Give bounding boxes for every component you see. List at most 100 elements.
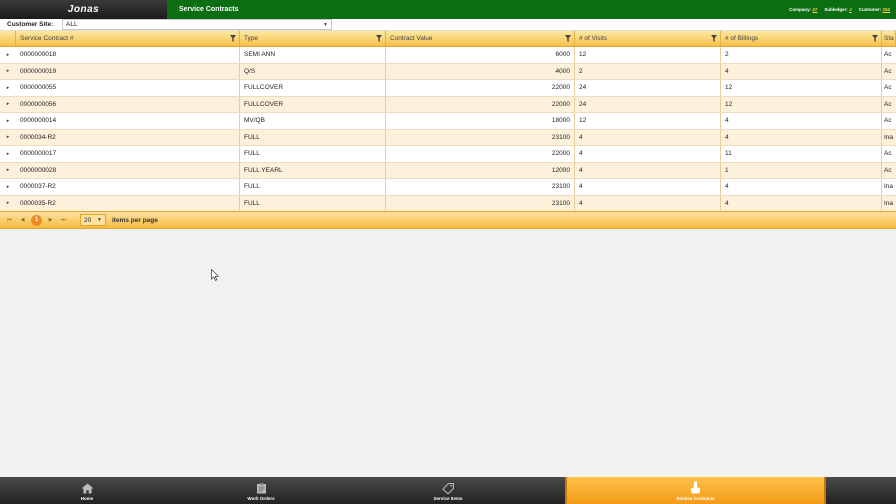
row-expand-toggle[interactable]: ▸ [0, 97, 16, 113]
billings-cell: 4 [721, 179, 882, 195]
first-page-icon[interactable]: ⏮ [5, 217, 14, 223]
customer-info: Customer: 334 [858, 7, 890, 12]
chevron-right-icon: ▸ [6, 117, 10, 124]
table-row[interactable]: ▸ 0000000019 Q/S 4000 2 4 Ac [0, 63, 896, 80]
contract-hand-icon [691, 481, 700, 494]
chevron-right-icon: ▸ [6, 150, 10, 157]
type-cell: Q/S [240, 63, 386, 79]
billings-cell: 12 [721, 96, 882, 112]
column-header-billings[interactable]: # of Billings [721, 31, 882, 46]
filter-icon[interactable] [230, 35, 236, 42]
status-cell: Ac [884, 117, 892, 125]
tag-icon [441, 483, 454, 494]
next-page-icon[interactable]: ▶ [46, 217, 55, 223]
page-size-select[interactable]: 20 ▼ [80, 214, 106, 226]
billings-cell: 4 [721, 129, 882, 145]
row-expand-toggle[interactable]: ▸ [0, 64, 16, 80]
type-cell: SEMI ANN [240, 47, 386, 63]
subledger-link[interactable]: J [849, 7, 852, 12]
status-cell: Ina [884, 183, 894, 191]
company-info: Company: 47 [789, 7, 818, 12]
current-page-button[interactable]: 1 [31, 214, 42, 226]
billings-cell: 12 [721, 80, 882, 96]
billings-cell: 1 [721, 162, 882, 178]
status-cell: Ac [884, 67, 892, 75]
row-expand-toggle[interactable]: ▸ [0, 113, 16, 129]
previous-page-icon[interactable]: ◀ [18, 217, 27, 223]
row-expand-toggle[interactable]: ▸ [0, 163, 16, 179]
contract-number-cell: 0000034-R2 [16, 129, 240, 145]
visits-cell: 24 [575, 96, 721, 112]
bottom-nav: Home Work Orders Service Items Service C… [0, 477, 896, 504]
contract-number-cell: 0000000055 [16, 80, 240, 96]
table-row[interactable]: ▸ 0000000014 MV/QB 18000 12 4 Ac [0, 113, 896, 130]
billings-cell: 2 [721, 47, 882, 63]
type-cell: FULL YEARL [240, 162, 386, 178]
type-cell: FULLCOVER [240, 80, 386, 96]
row-expand-toggle[interactable]: ▸ [0, 146, 16, 162]
contract-number-cell: 0000000019 [16, 63, 240, 79]
filter-icon[interactable] [565, 35, 571, 42]
service-contracts-grid: Service Contract # Type Contract Value #… [0, 31, 896, 212]
nav-service-contracts[interactable]: Service Contracts [565, 477, 826, 504]
nav-service-items[interactable]: Service Items [348, 477, 548, 504]
row-expand-toggle[interactable]: ▸ [0, 196, 16, 212]
column-header-contract-value[interactable]: Contract Value [386, 31, 575, 46]
table-row[interactable]: ▸ 0000000055 FULLCOVER 22000 24 12 Ac [0, 80, 896, 97]
type-cell: FULL [240, 129, 386, 145]
table-row[interactable]: ▸ 0000034-R2 FULL 23100 4 4 Ina [0, 129, 896, 146]
customer-site-select[interactable]: ALL ▼ [62, 19, 332, 30]
column-header-visits[interactable]: # of Visits [575, 31, 721, 46]
contract-value-cell: 12000 [386, 162, 575, 178]
contract-value-cell: 23100 [386, 129, 575, 145]
filter-icon[interactable] [711, 35, 717, 42]
table-row[interactable]: ▸ 0000035-R2 FULL 23100 4 4 Ina [0, 195, 896, 212]
row-expand-toggle[interactable]: ▸ [0, 47, 16, 63]
table-row[interactable]: ▸ 0000000017 FULL 22000 4 11 Ac [0, 146, 896, 163]
nav-work-orders[interactable]: Work Orders [174, 477, 348, 504]
filter-icon[interactable] [376, 35, 382, 42]
title-bar: Service Contracts Company: 47 Subledger:… [167, 0, 896, 19]
type-cell: MV/QB [240, 113, 386, 129]
table-row[interactable]: ▸ 0000000018 SEMI ANN 6000 12 2 Ac [0, 47, 896, 64]
status-cell: Ac [884, 84, 892, 92]
customer-site-value: ALL [66, 21, 78, 28]
nav-home[interactable]: Home [0, 477, 174, 504]
contract-number-cell: 0000000017 [16, 146, 240, 162]
visits-cell: 4 [575, 162, 721, 178]
work-orders-icon [256, 483, 266, 494]
filter-icon[interactable] [872, 35, 878, 42]
page-title: Service Contracts [179, 6, 239, 13]
row-expand-toggle[interactable]: ▸ [0, 130, 16, 146]
chevron-down-icon: ▼ [97, 217, 102, 223]
column-header-type[interactable]: Type [240, 31, 386, 46]
visits-cell: 4 [575, 179, 721, 195]
chevron-right-icon: ▸ [6, 68, 10, 75]
chevron-right-icon: ▸ [6, 200, 10, 207]
row-expand-toggle[interactable]: ▸ [0, 179, 16, 195]
chevron-right-icon: ▸ [6, 167, 10, 174]
pager: ⏮ ◀ 1 ▶ ⏭ 20 ▼ items per page [0, 211, 896, 229]
contract-number-cell: 0000000014 [16, 113, 240, 129]
column-header-status[interactable]: Sta [882, 31, 896, 46]
visits-cell: 12 [575, 113, 721, 129]
home-icon [81, 483, 93, 494]
mouse-cursor-icon [211, 269, 219, 281]
status-cell: Ac [884, 150, 892, 158]
logo-area: Jonas [0, 0, 167, 19]
subledger-info: Subledger: J [824, 7, 852, 12]
table-row[interactable]: ▸ 0000000028 FULL YEARL 12000 4 1 Ac [0, 162, 896, 179]
column-header-contract[interactable]: Service Contract # [16, 31, 240, 46]
company-link[interactable]: 47 [812, 7, 817, 12]
context-info: Company: 47 Subledger: J Customer: 334 [789, 7, 890, 12]
row-expand-toggle[interactable]: ▸ [0, 80, 16, 96]
contract-value-cell: 23100 [386, 179, 575, 195]
jonas-logo: Jonas [67, 4, 100, 15]
table-row[interactable]: ▸ 0000037-R2 FULL 23100 4 4 Ina [0, 179, 896, 196]
last-page-icon[interactable]: ⏭ [59, 217, 68, 223]
table-row[interactable]: ▸ 0000000056 FULLCOVER 22000 24 12 Ac [0, 96, 896, 113]
type-cell: FULL [240, 179, 386, 195]
contract-value-cell: 22000 [386, 146, 575, 162]
customer-link[interactable]: 334 [882, 7, 890, 12]
grid-header: Service Contract # Type Contract Value #… [0, 31, 896, 47]
